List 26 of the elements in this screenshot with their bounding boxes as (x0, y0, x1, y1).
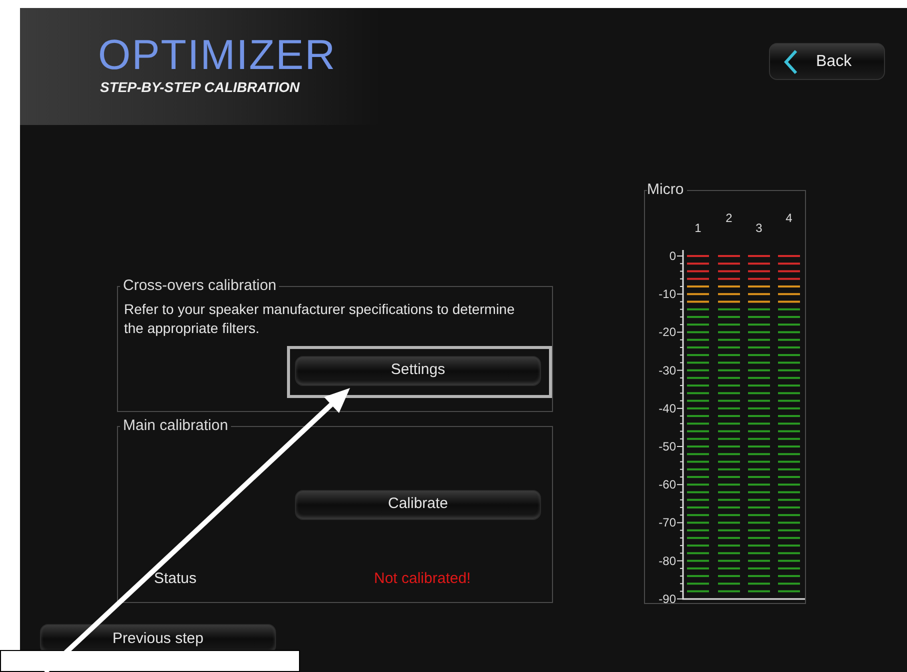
back-button[interactable]: Back (769, 43, 885, 80)
calibrate-button[interactable]: Calibrate (295, 490, 541, 520)
scale-label: -40 (658, 400, 676, 415)
channel-label: 2 (726, 210, 732, 224)
channel-label: 1 (694, 220, 702, 234)
settings-button[interactable]: Settings (295, 356, 541, 386)
section-title: Main calibration (122, 416, 230, 436)
app-subtitle: STEP-BY-STEP CALIBRATION (100, 78, 300, 97)
scale-label: -60 (658, 477, 676, 492)
meter-title: Micro (647, 180, 685, 200)
channel-label: 4 (786, 210, 792, 224)
app-title: OPTIMIZER (98, 33, 336, 77)
scale-label: -30 (658, 362, 676, 377)
scale-label: -70 (658, 515, 676, 530)
description-text: Refer to your speaker manufacturer specifications to determine the appropriate filters. (123, 300, 516, 338)
scale-label: -20 (658, 324, 676, 339)
scale-label: -90 (658, 591, 676, 606)
status-value: Not calibrated! (374, 568, 471, 588)
scale-label: -10 (658, 286, 676, 301)
channel-label: 3 (756, 220, 762, 234)
scale-label: 0 (669, 248, 676, 262)
scale-label: -50 (658, 439, 676, 453)
status-label: Status (154, 568, 198, 588)
chevron-left-icon (784, 48, 798, 74)
scale-label: -80 (658, 553, 676, 568)
section-title: Cross-overs calibration (122, 276, 278, 296)
